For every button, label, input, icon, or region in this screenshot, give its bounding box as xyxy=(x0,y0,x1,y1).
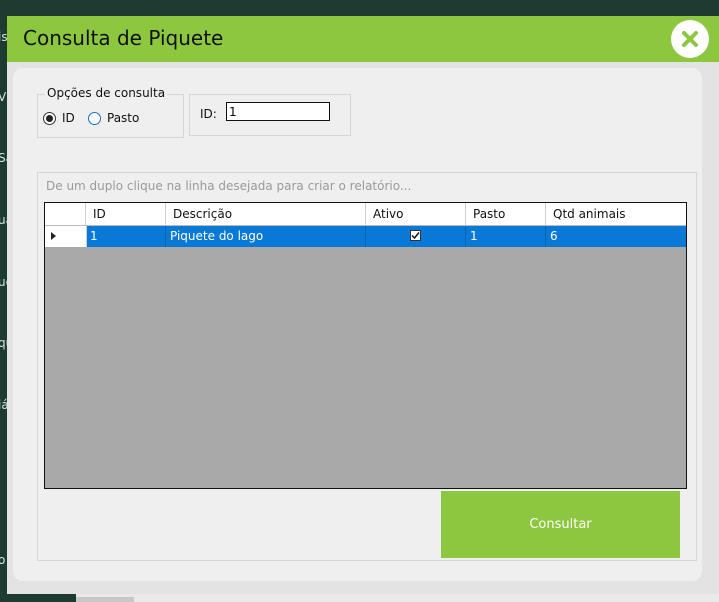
row-header[interactable] xyxy=(45,226,87,247)
dialog-title: Consulta de Piquete xyxy=(23,26,224,50)
id-filter-group: ID: xyxy=(189,94,351,136)
background-menu-fragment: o xyxy=(0,553,6,567)
background-menu-fragment: ue xyxy=(0,275,7,289)
cell-qtd-animais[interactable]: 6 xyxy=(546,226,686,247)
query-options-group: Opções de consulta ID Pasto xyxy=(37,86,184,138)
current-row-arrow-icon xyxy=(51,232,56,240)
background-window-strip xyxy=(76,597,134,602)
id-input[interactable] xyxy=(226,102,330,121)
radio-pasto-label: Pasto xyxy=(107,111,140,125)
column-header-qtd-animais[interactable]: Qtd animais xyxy=(546,203,686,225)
background-menu-fragment: Sa xyxy=(0,151,7,165)
background-menu-fragment: qu xyxy=(0,336,7,350)
row-header-corner xyxy=(45,203,86,225)
radio-unchecked-icon xyxy=(88,111,101,125)
consultar-button[interactable]: Consultar xyxy=(441,491,680,558)
dialog-titlebar: Consulta de Piquete xyxy=(7,16,719,62)
column-header-descricao[interactable]: Descrição xyxy=(166,203,366,225)
consulta-piquete-dialog: Consulta de Piquete Opções de consulta I… xyxy=(7,16,719,594)
checkmark-icon xyxy=(411,232,420,240)
background-menu-fragment: ua xyxy=(0,213,7,227)
cell-descricao[interactable]: Piquete do lago xyxy=(166,226,366,247)
query-options-legend: Opções de consulta xyxy=(45,86,168,100)
column-header-ativo[interactable]: Ativo xyxy=(366,203,466,225)
id-label: ID: xyxy=(200,107,217,121)
grid-header: ID Descrição Ativo Pasto Qtd animais xyxy=(45,203,686,226)
radio-checked-icon xyxy=(43,111,56,125)
dialog-body: Opções de consulta ID Pasto ID: De um du… xyxy=(13,68,702,581)
radio-pasto[interactable]: Pasto xyxy=(88,111,139,125)
cell-id[interactable]: 1 xyxy=(86,226,166,247)
cell-pasto[interactable]: 1 xyxy=(466,226,546,247)
background-menu-fragment: iá xyxy=(0,398,7,412)
table-row[interactable]: 1 Piquete do lago 1 6 xyxy=(45,226,686,247)
radio-id-label: ID xyxy=(62,111,75,125)
background-menu-fragment: is xyxy=(0,30,7,44)
close-button[interactable] xyxy=(671,20,709,58)
column-header-pasto[interactable]: Pasto xyxy=(466,203,546,225)
ativo-checkbox[interactable] xyxy=(410,230,421,241)
column-header-id[interactable]: ID xyxy=(86,203,166,225)
radio-id[interactable]: ID xyxy=(43,111,75,125)
grid-hint: De um duplo clique na linha desejada par… xyxy=(46,179,412,193)
results-grid[interactable]: ID Descrição Ativo Pasto Qtd animais 1 P… xyxy=(44,202,687,489)
background-menu-fragment: V xyxy=(0,90,7,104)
close-x-icon xyxy=(682,31,698,47)
